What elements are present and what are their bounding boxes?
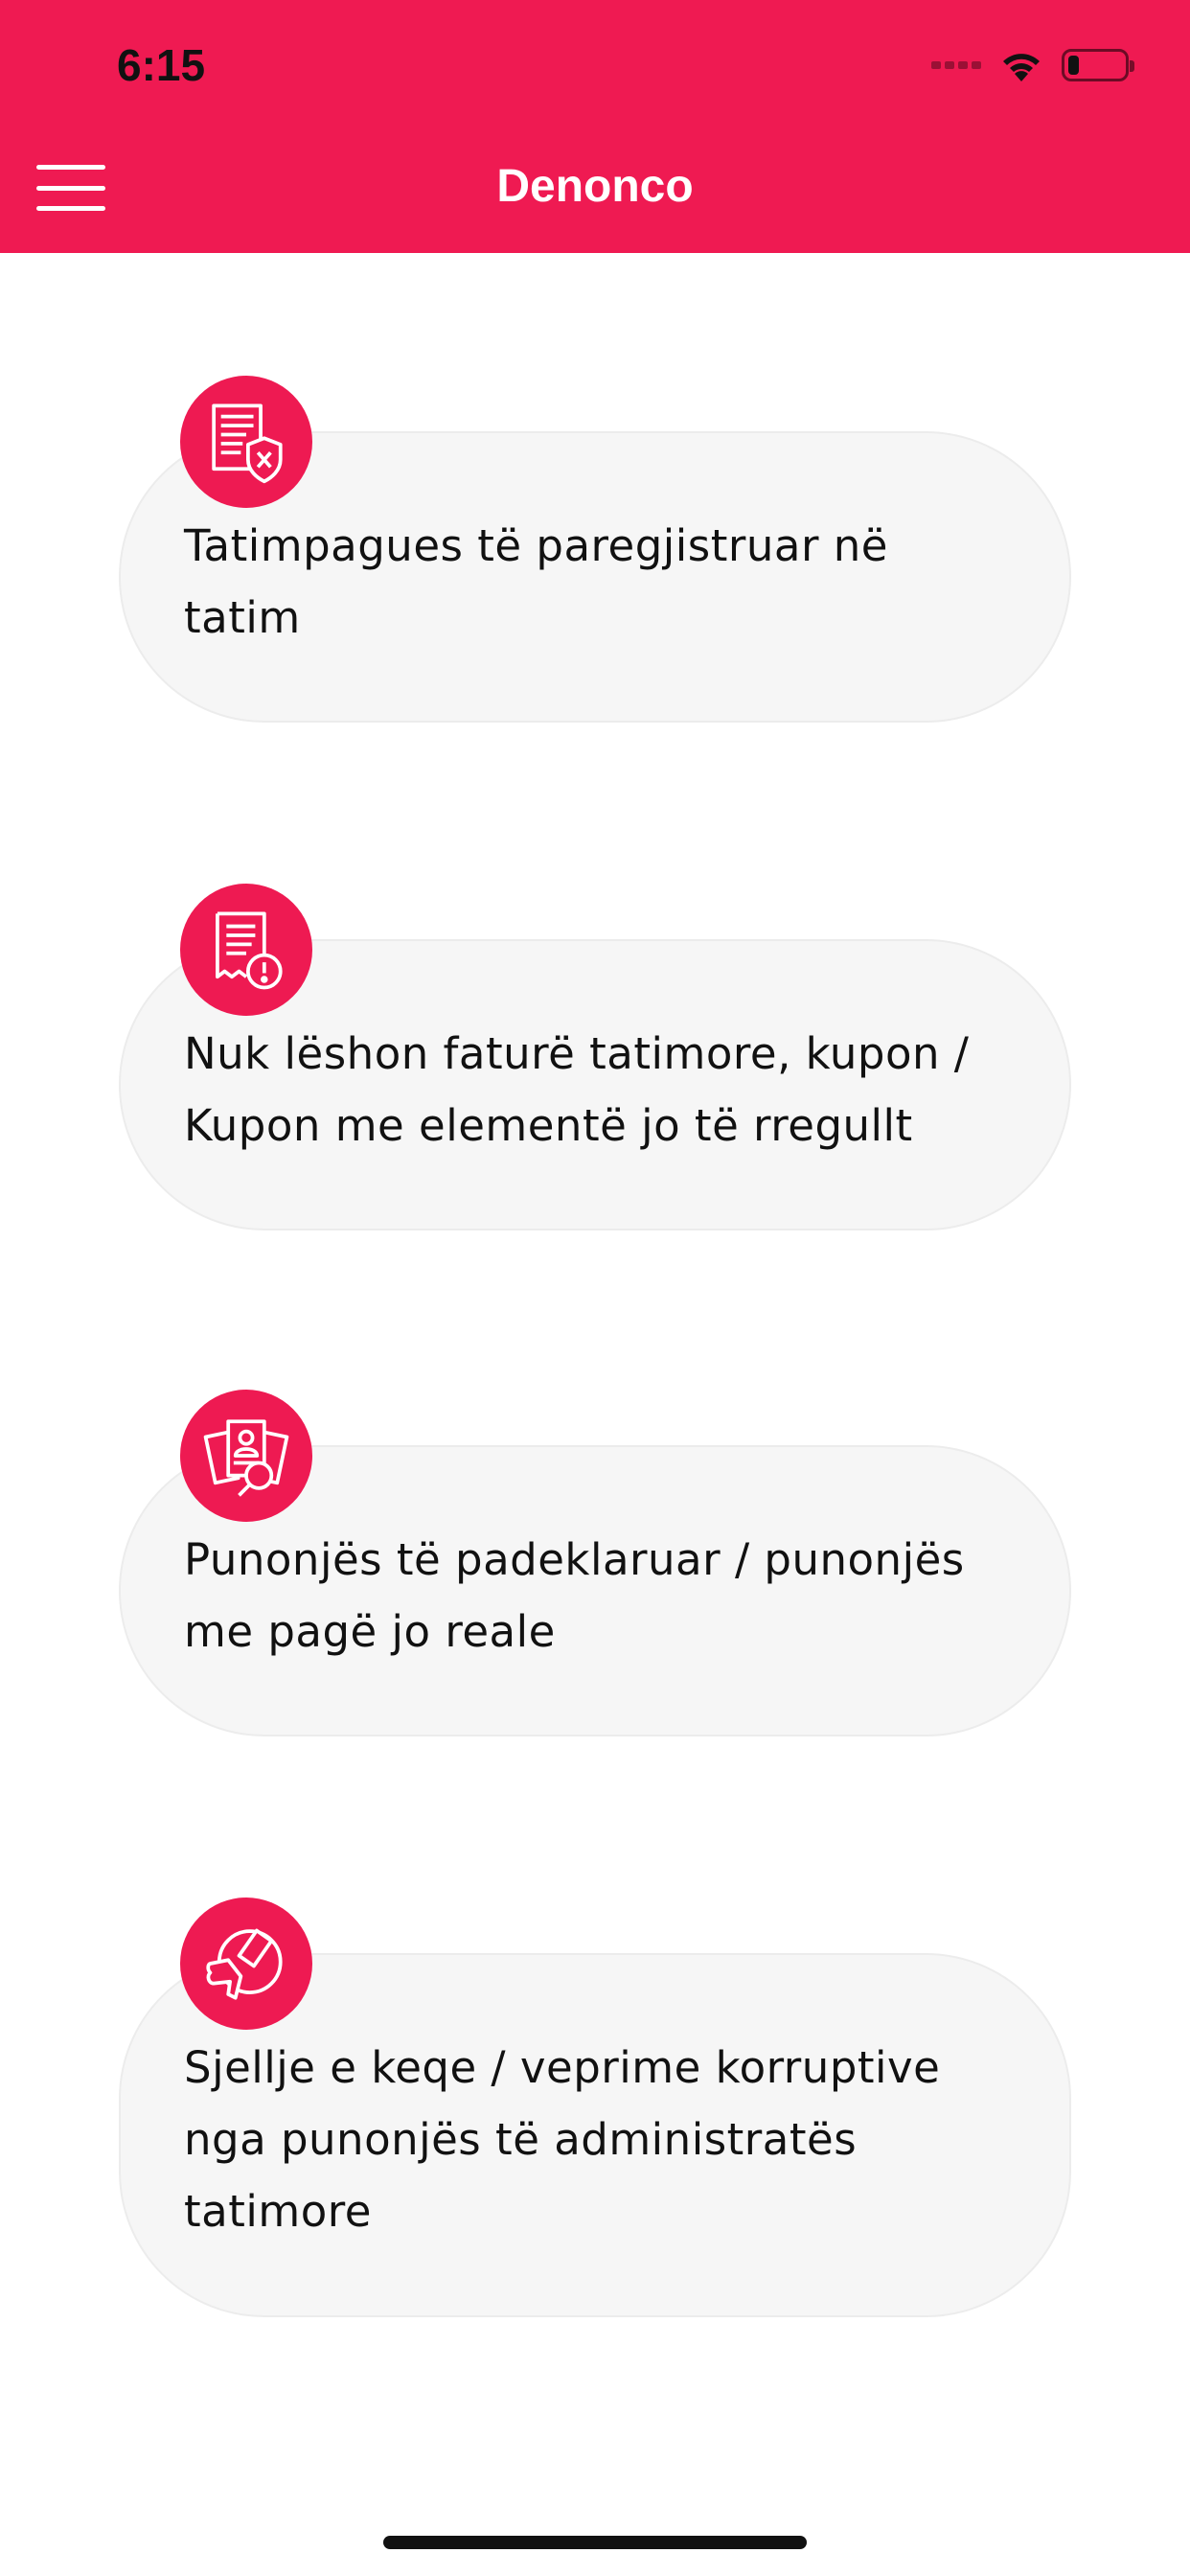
status-icons	[931, 42, 1134, 88]
category-label: Tatimpagues të paregjistruar në tatim	[184, 520, 888, 643]
app-header: 6:15 Denonco	[0, 0, 1190, 253]
employee-documents-search-icon	[180, 1390, 312, 1522]
page-title: Denonco	[496, 161, 694, 212]
category-label: Nuk lëshon faturë tatimore, kupon / Kupo…	[184, 1028, 970, 1151]
wifi-icon	[1003, 54, 1040, 81]
battery-icon	[1062, 49, 1134, 81]
receipt-warning-icon	[180, 884, 312, 1016]
category-label: Sjellje e keqe / veprime korruptive nga …	[184, 2042, 941, 2237]
status-time: 6:15	[117, 40, 206, 90]
cellular-signal-icon	[931, 61, 981, 69]
home-indicator[interactable]	[383, 2536, 807, 2549]
thumbs-down-icon	[180, 1898, 312, 2030]
category-label: Punonjës të padeklaruar / punonjës me pa…	[184, 1534, 965, 1657]
unregistered-document-shield-icon	[180, 376, 312, 508]
